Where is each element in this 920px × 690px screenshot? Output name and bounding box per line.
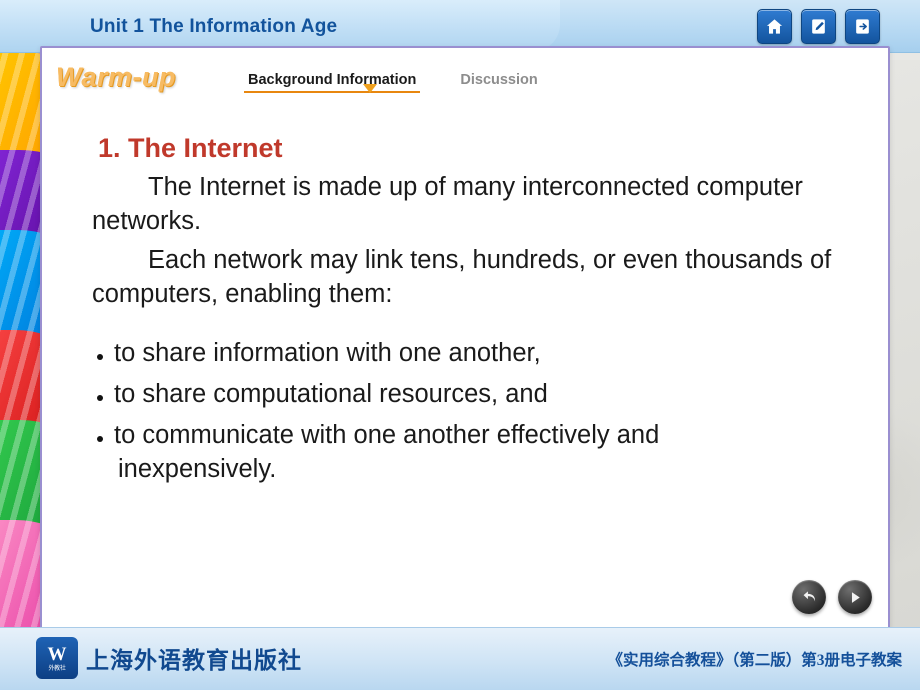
list-item-text: to share information with one another, [114, 339, 541, 368]
tab-background-information-label: Background Information [248, 72, 417, 88]
publisher-logo-icon: W 外教社 [36, 637, 78, 679]
home-icon [765, 17, 784, 36]
list-item: to share computational resources, and [92, 378, 872, 411]
footer-bar: W 外教社 上海外语教育出版社 《实用综合教程》（第二版）第3册电子教案 [0, 627, 920, 690]
bullet-dot-icon [97, 395, 103, 402]
list-item-text: to share computational resources, and [114, 380, 548, 409]
list-item-text: to communicate with one another effectiv… [114, 421, 660, 450]
publisher-mark-sub: 外教社 [48, 665, 66, 672]
next-button[interactable] [838, 580, 872, 614]
tab-active-arrow-icon [363, 84, 377, 93]
notes-button[interactable] [801, 9, 836, 44]
exit-icon [853, 17, 872, 36]
tab-discussion[interactable]: Discussion [460, 72, 537, 92]
publisher-name: 上海外语教育出版社 [86, 648, 302, 673]
pager-controls [792, 580, 872, 614]
publisher-logo: W 外教社 上海外语教育出版社 [36, 637, 302, 679]
tab-active-underline [244, 91, 421, 93]
home-button[interactable] [757, 9, 792, 44]
previous-button[interactable] [792, 580, 826, 614]
content-heading: 1. The Internet [98, 133, 283, 163]
bullet-list: to share information with one another, t… [92, 337, 872, 486]
publisher-mark-letter: W [47, 643, 67, 665]
nav-button-group [757, 9, 880, 44]
paragraph-1: The Internet is made up of many intercon… [92, 173, 803, 235]
tab-bar: Background Information Discussion [244, 72, 538, 93]
paragraph-2: Each network may link tens, hundreds, or… [92, 246, 832, 308]
exit-button[interactable] [845, 9, 880, 44]
tab-discussion-label: Discussion [460, 72, 538, 88]
bullet-dot-icon [97, 436, 103, 443]
edition-text: 《实用综合教程》（第二版）第3册电子教案 [607, 652, 902, 669]
section-label: Warm-up [56, 62, 177, 92]
list-item-continuation: inexpensively. [118, 454, 277, 483]
list-item: to communicate with one another effectiv… [92, 419, 872, 485]
content-body: The Internet is made up of many intercon… [92, 171, 872, 494]
tab-background-information[interactable]: Background Information [244, 72, 421, 93]
slide-content-panel: Warm-up Background Information Discussio… [40, 46, 890, 630]
notes-icon [809, 17, 828, 36]
page-title: Unit 1 The Information Age [90, 16, 338, 37]
bullet-dot-icon [97, 354, 103, 361]
list-item: to share information with one another, [92, 337, 872, 370]
